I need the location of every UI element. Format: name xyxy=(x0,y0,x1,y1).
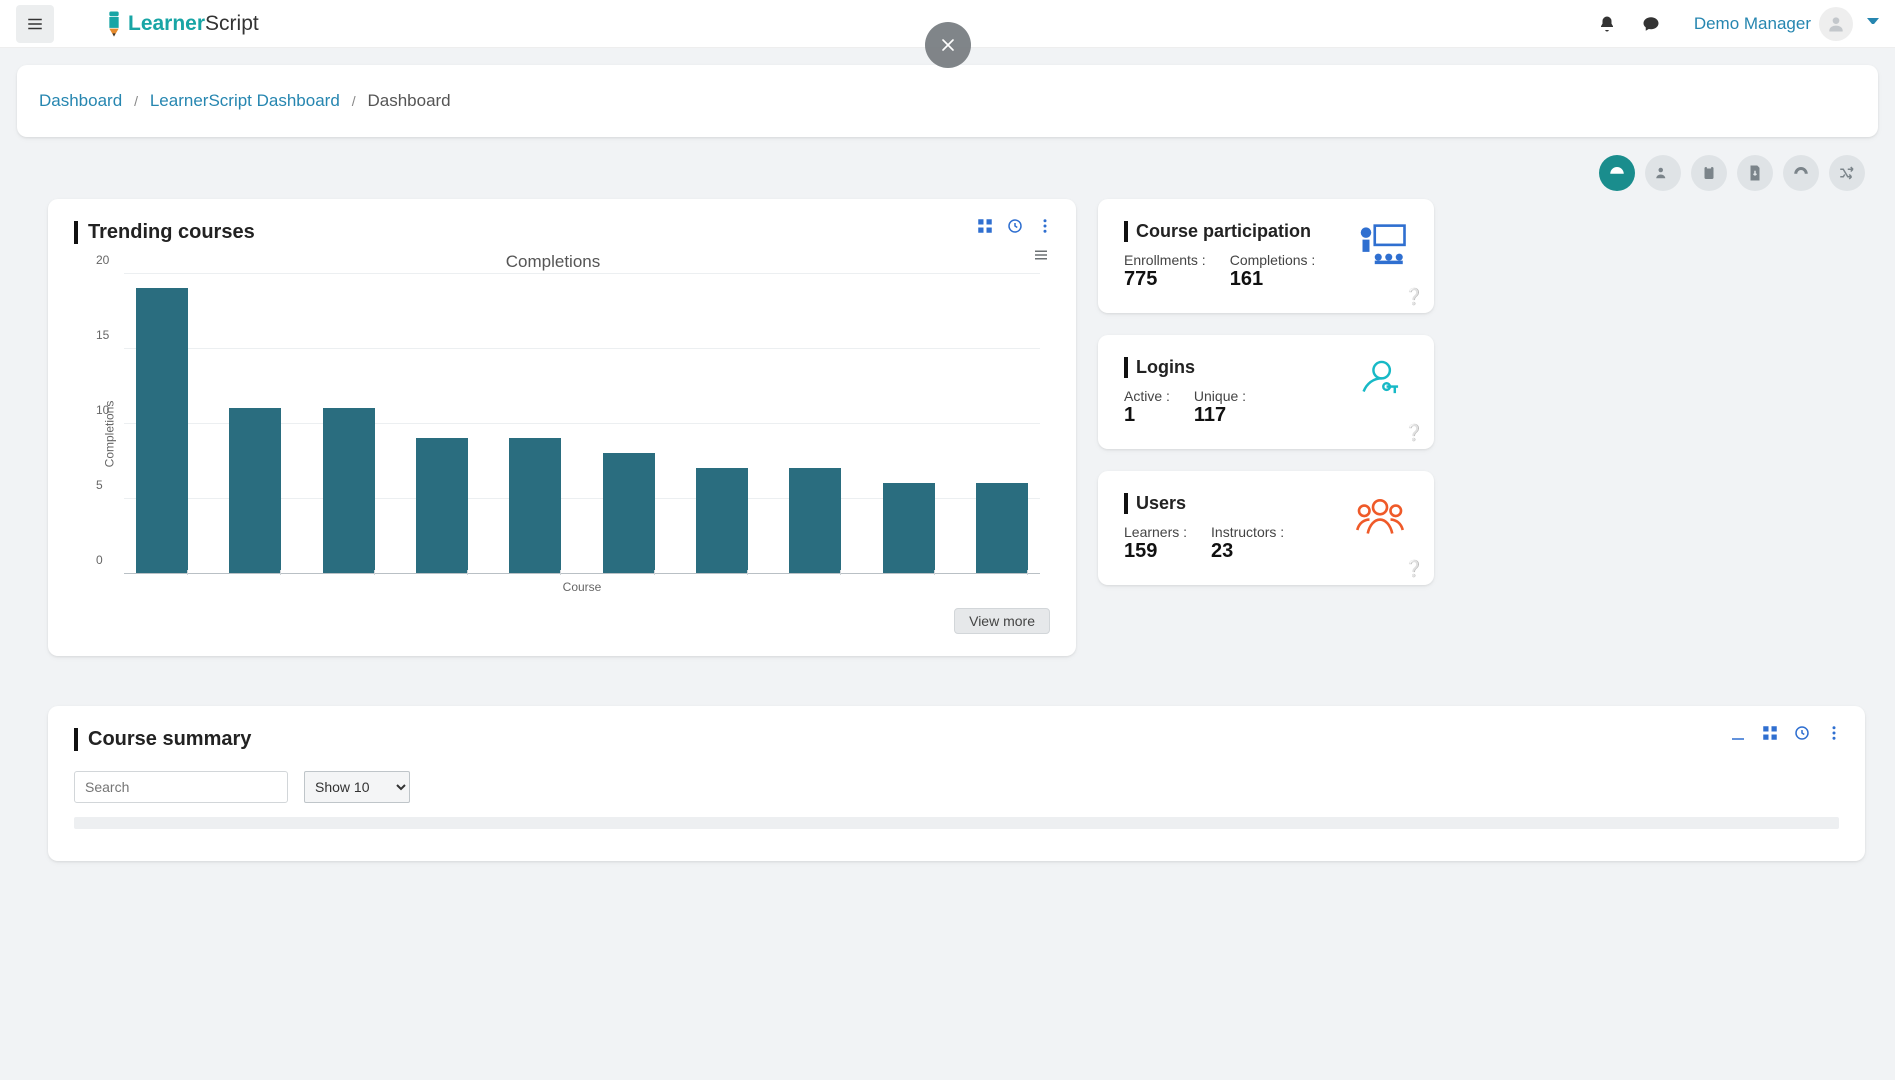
view-gaugealt-icon[interactable] xyxy=(1783,155,1819,191)
card-title: Course summary xyxy=(74,728,1839,751)
kebab-menu-icon[interactable] xyxy=(1825,724,1843,745)
help-icon[interactable]: ❔ xyxy=(1404,423,1424,443)
hamburger-button[interactable] xyxy=(16,5,54,43)
chart-bar[interactable] xyxy=(976,483,1028,573)
search-input[interactable] xyxy=(74,771,288,803)
presentation-icon xyxy=(1352,221,1408,267)
chevron-down-icon xyxy=(1867,18,1879,30)
chart-bar[interactable] xyxy=(603,453,655,573)
app-logo[interactable]: LearnerScript xyxy=(106,10,259,38)
card-title: Trending courses xyxy=(74,221,1050,244)
page-size-select[interactable]: Show 10 xyxy=(304,771,410,803)
card-title: Course participation xyxy=(1124,221,1315,242)
stat-value: 161 xyxy=(1230,268,1316,291)
chart-bar[interactable] xyxy=(136,288,188,573)
table-header-placeholder xyxy=(74,817,1839,829)
chart-bar[interactable] xyxy=(509,438,561,573)
user-menu[interactable]: Demo Manager xyxy=(1694,7,1879,41)
breadcrumb-link-1[interactable]: LearnerScript Dashboard xyxy=(150,91,340,110)
view-gauge-icon[interactable] xyxy=(1599,155,1635,191)
card-title: Logins xyxy=(1124,357,1246,378)
help-icon[interactable]: ❔ xyxy=(1404,559,1424,579)
messages-icon[interactable] xyxy=(1642,15,1660,33)
view-users-icon[interactable] xyxy=(1645,155,1681,191)
notifications-icon[interactable] xyxy=(1598,15,1616,33)
logins-card: Logins Active : 1 Unique : 117 xyxy=(1098,335,1434,449)
stat-value: 1 xyxy=(1124,404,1170,427)
pencil-icon xyxy=(106,10,122,38)
stat-value: 159 xyxy=(1124,540,1187,563)
download-icon[interactable] xyxy=(1729,724,1747,745)
stat-label: Instructors : xyxy=(1211,524,1284,540)
trending-courses-card: Trending courses Completions Completions… xyxy=(48,199,1076,656)
grid-view-icon[interactable] xyxy=(1761,724,1779,745)
close-overlay-button[interactable] xyxy=(925,22,971,68)
view-shuffle-icon[interactable] xyxy=(1829,155,1865,191)
stat-value: 23 xyxy=(1211,540,1284,563)
users-card: Users Learners : 159 Instructors : 23 xyxy=(1098,471,1434,585)
chart-bar[interactable] xyxy=(789,468,841,573)
x-axis-label: Course xyxy=(124,580,1040,594)
breadcrumb-current: Dashboard xyxy=(367,91,450,110)
stat-value: 117 xyxy=(1194,404,1246,427)
kebab-menu-icon[interactable] xyxy=(1036,217,1054,238)
view-more-button[interactable]: View more xyxy=(954,608,1050,634)
grid-view-icon[interactable] xyxy=(976,217,994,238)
stat-label: Enrollments : xyxy=(1124,252,1206,268)
dashboard-view-switcher xyxy=(0,137,1895,199)
card-title: Users xyxy=(1124,493,1284,514)
chart-export-menu-icon[interactable] xyxy=(1032,246,1050,267)
user-name: Demo Manager xyxy=(1694,14,1811,34)
course-summary-card: Course summary Show 10 xyxy=(48,706,1865,861)
stat-value: 775 xyxy=(1124,268,1206,291)
completions-bar-chart: Completions Completions 05101520 Course … xyxy=(74,252,1050,634)
clock-icon[interactable] xyxy=(1793,724,1811,745)
stat-label: Completions : xyxy=(1230,252,1316,268)
login-key-icon xyxy=(1352,357,1408,403)
course-participation-card: Course participation Enrollments : 775 C… xyxy=(1098,199,1434,313)
chart-bar[interactable] xyxy=(416,438,468,573)
brand-part2: Script xyxy=(205,12,259,35)
chart-bar[interactable] xyxy=(883,483,935,573)
help-icon[interactable]: ❔ xyxy=(1404,287,1424,307)
brand-part1: Learner xyxy=(128,12,205,35)
stat-label: Active : xyxy=(1124,388,1170,404)
stat-label: Learners : xyxy=(1124,524,1187,540)
chart-bar[interactable] xyxy=(323,408,375,573)
chart-title: Completions xyxy=(74,252,1050,272)
chart-bar[interactable] xyxy=(696,468,748,573)
clock-icon[interactable] xyxy=(1006,217,1024,238)
view-clipboard-icon[interactable] xyxy=(1691,155,1727,191)
users-group-icon xyxy=(1352,493,1408,539)
breadcrumb: Dashboard / LearnerScript Dashboard / Da… xyxy=(17,65,1878,137)
breadcrumb-link-0[interactable]: Dashboard xyxy=(39,91,122,110)
stat-label: Unique : xyxy=(1194,388,1246,404)
avatar xyxy=(1819,7,1853,41)
view-docexport-icon[interactable] xyxy=(1737,155,1773,191)
chart-bar[interactable] xyxy=(229,408,281,573)
